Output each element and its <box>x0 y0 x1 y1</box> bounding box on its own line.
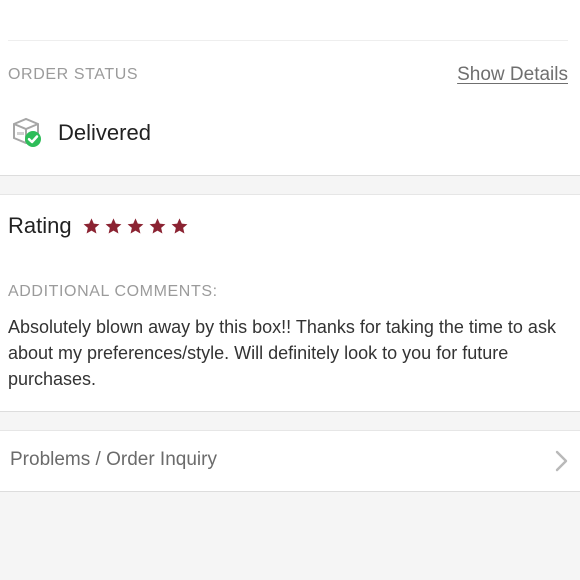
rating-row: Rating <box>8 211 189 241</box>
order-status-label: ORDER STATUS <box>8 66 139 83</box>
star-icon[interactable] <box>170 217 189 236</box>
order-inquiry-label: Problems / Order Inquiry <box>10 449 217 470</box>
order-detail-page: ORDER STATUS Show Details Delivered Rati… <box>0 0 580 580</box>
show-details-link[interactable]: Show Details <box>457 64 568 86</box>
delivery-status-text: Delivered <box>58 120 151 145</box>
rating-label: Rating <box>8 213 72 238</box>
star-icon[interactable] <box>82 217 101 236</box>
star-rating <box>82 217 189 236</box>
additional-comments-label: ADDITIONAL COMMENTS: <box>8 283 218 300</box>
additional-comments-text: Absolutely blown away by this box!! Than… <box>8 317 556 389</box>
chevron-right-icon <box>554 449 570 473</box>
order-inquiry-row[interactable]: Problems / Order Inquiry <box>0 431 580 492</box>
delivery-status-row: Delivered <box>8 116 151 150</box>
star-icon[interactable] <box>104 217 123 236</box>
section-separator <box>0 175 580 195</box>
empty-bottom-area <box>0 492 580 580</box>
star-icon[interactable] <box>126 217 145 236</box>
top-divider <box>8 40 568 41</box>
delivered-box-check-icon <box>8 116 44 150</box>
section-separator-bottom <box>0 411 580 431</box>
star-icon[interactable] <box>148 217 167 236</box>
